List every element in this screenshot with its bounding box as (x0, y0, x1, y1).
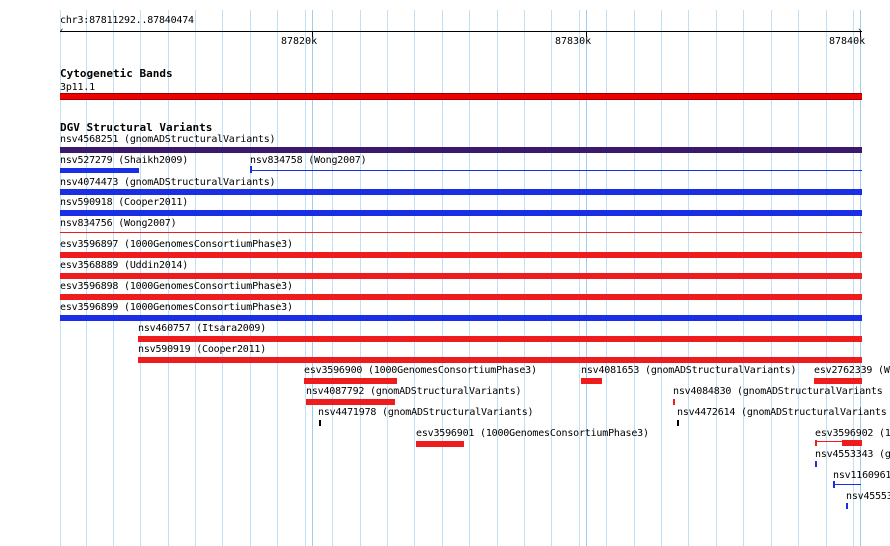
variant-bar[interactable] (60, 147, 862, 153)
variant-bar[interactable] (138, 357, 862, 363)
variant-bar[interactable] (306, 399, 395, 405)
variant-bar[interactable] (677, 420, 679, 426)
variant-bar[interactable] (814, 378, 862, 384)
variant-bar[interactable] (60, 273, 862, 279)
cytoband-label: 3p11.1 (60, 82, 95, 93)
variant-bar[interactable] (138, 336, 862, 342)
variant-label: nsv834756 (Wong2007) (60, 218, 177, 229)
variant-label: esv3596899 (1000GenomesConsortiumPhase3) (60, 302, 293, 313)
variant-bar[interactable] (60, 315, 862, 321)
variant-label: nsv590918 (Cooper2011) (60, 197, 189, 208)
cytoband-track-title: Cytogenetic Bands (60, 67, 173, 80)
variant-label: esv3596897 (1000GenomesConsortiumPhase3) (60, 239, 293, 250)
variant-label: esv2762339 (W (814, 365, 890, 376)
variant-bar[interactable] (581, 378, 602, 384)
variant-bar[interactable] (815, 440, 817, 446)
variant-label: nsv4081653 (gnomADStructuralVariants) (581, 365, 797, 376)
variant-bar[interactable] (846, 503, 848, 509)
variant-bar[interactable] (815, 461, 817, 467)
variant-label: nsv4471978 (gnomADStructuralVariants) (318, 407, 534, 418)
variant-bar[interactable] (416, 441, 464, 447)
variant-bar[interactable] (304, 378, 397, 384)
variant-bar[interactable] (673, 399, 675, 405)
variant-label: nsv4553343 (g (815, 449, 890, 460)
genome-browser-view[interactable]: chr3:87811292..87840474 ‹ › 87820k 87830… (0, 0, 890, 546)
variant-label: nsv1160961 (833, 470, 890, 481)
location-label: chr3:87811292..87840474 (60, 15, 194, 26)
variant-label: esv3596900 (1000GenomesConsortiumPhase3) (304, 365, 537, 376)
variant-bar[interactable] (60, 189, 862, 195)
variant-bar[interactable] (60, 210, 862, 216)
ruler-tick-label: 87820k (281, 36, 318, 47)
variant-label: nsv4084830 (gnomADStructuralVariants (673, 386, 883, 397)
ruler-line (60, 31, 862, 32)
variant-bar[interactable] (842, 440, 862, 446)
variant-label: nsv4074473 (gnomADStructuralVariants) (60, 177, 276, 188)
variant-label: nsv45553 (846, 491, 890, 502)
variant-bar[interactable] (833, 484, 861, 485)
variant-label: nsv527279 (Shaikh2009) (60, 155, 189, 166)
variant-bar[interactable] (833, 481, 835, 488)
variant-bar[interactable] (60, 294, 862, 300)
cytoband-bar[interactable] (60, 93, 862, 100)
ruler-tick-label: 87830k (555, 36, 592, 47)
variant-label: esv3596901 (1000GenomesConsortiumPhase3) (416, 428, 649, 439)
variant-label: esv3596898 (1000GenomesConsortiumPhase3) (60, 281, 293, 292)
variant-label: nsv4568251 (gnomADStructuralVariants) (60, 134, 276, 145)
variant-bar[interactable] (250, 170, 862, 171)
variant-bar[interactable] (250, 166, 252, 173)
variant-label: esv3596902 (1 (815, 428, 890, 439)
variant-label: nsv4087792 (gnomADStructuralVariants) (306, 386, 522, 397)
variant-label: esv3568889 (Uddin2014) (60, 260, 189, 271)
variant-label: nsv460757 (Itsara2009) (138, 323, 267, 334)
variant-bar[interactable] (60, 232, 862, 233)
dgv-track-title: DGV Structural Variants (60, 121, 213, 134)
variant-label: nsv834758 (Wong2007) (250, 155, 367, 166)
variant-bar[interactable] (60, 252, 862, 258)
ruler-tick-label: 87840k (829, 36, 866, 47)
ruler-left-arrow-icon: ‹ (59, 26, 65, 36)
variant-bar[interactable] (319, 420, 321, 426)
variant-label: nsv4472614 (gnomADStructuralVariants (677, 407, 887, 418)
variant-bar[interactable] (60, 168, 139, 173)
variant-label: nsv590919 (Cooper2011) (138, 344, 267, 355)
